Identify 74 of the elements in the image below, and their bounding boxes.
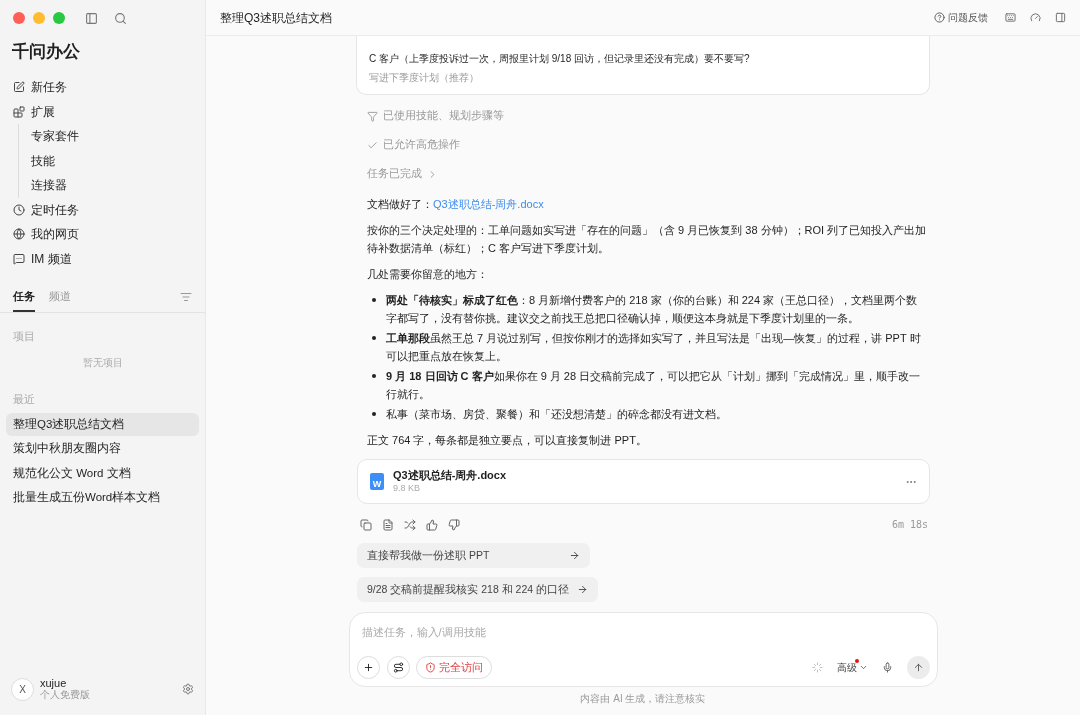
elapsed-time: 6m 18s	[891, 518, 928, 532]
word-file-icon: W	[370, 473, 384, 490]
file-size: 9.8 KB	[393, 481, 422, 495]
markdown-icon[interactable]	[382, 518, 394, 531]
user-plan: 个人免费版	[40, 689, 90, 701]
feedback-button[interactable]: 问题反馈	[934, 10, 988, 25]
nav-item[interactable]: IM 频道	[0, 246, 205, 271]
check-icon	[367, 139, 378, 151]
filter-icon[interactable]	[180, 291, 192, 303]
disclaimer-text: 内容由 AI 生成，请注意核实	[580, 692, 706, 706]
task-input-field[interactable]: 描述任务，输入/调用技能	[356, 624, 930, 641]
bullet-text: 两处「待核实」标成了红色：8 月新增付费客户的 218 家（你的台账）和 224 家（王总口径），文档里两个数字都写了，没有替你挑。建议交之前找王总把口径确认掉，顺便这本身就是下季度计划里的一条。	[386, 293, 919, 326]
nav-item[interactable]: 扩展	[0, 99, 205, 124]
bullet-text: 工单那段虽然王总 7 月说过别写，但按你刚才的选择如实写了，并且写法是「出现—恢复」的过程，讲 PPT 时可以把重点放在恢复上。	[386, 331, 922, 364]
route-icon	[392, 662, 404, 673]
bullet-text: 9 月 18 日回访 C 客户如果你在 9 月 28 日交稿前完成了，可以把它从「计划」挪到「完成情况」里，顺手改一行就行。	[386, 369, 922, 402]
chevron-down-icon	[858, 663, 868, 672]
edit-icon	[13, 81, 25, 94]
settings-icon[interactable]	[182, 683, 194, 695]
loading-icon	[811, 662, 823, 673]
panel-toggle-icon[interactable]	[1055, 12, 1066, 23]
question-text: C 客户（上季度投诉过一次，周报里计划 9/18 回访，但记录里还没有完成）要不要写?	[369, 52, 751, 66]
thumbs-up-icon[interactable]	[426, 518, 438, 531]
recent-task-item[interactable]: 规范化公文 Word 文档	[6, 462, 199, 485]
send-button[interactable]	[906, 656, 930, 679]
copy-icon[interactable]	[360, 518, 372, 531]
help-icon	[934, 12, 945, 23]
answer-text: 写进下季度计划（推荐）	[369, 71, 480, 85]
zoom-window-button[interactable]	[53, 12, 65, 24]
gauge-icon[interactable]	[1030, 12, 1041, 23]
microphone-icon[interactable]	[881, 662, 893, 673]
nav-subitem[interactable]: 技能	[31, 148, 205, 173]
sidebar-toggle-icon[interactable]	[85, 11, 98, 25]
arrow-right-icon	[577, 584, 589, 595]
intro-text: 文档做好了：	[367, 197, 433, 212]
shield-icon	[424, 662, 436, 673]
notes-heading: 几处需要你留意的地方：	[367, 267, 489, 282]
search-icon[interactable]	[114, 11, 127, 25]
arrow-right-icon	[569, 550, 580, 561]
close-window-button[interactable]	[13, 12, 25, 24]
suggestion-button[interactable]: 9/28 交稿前提醒我核实 218 和 224 的口径	[357, 577, 599, 602]
app-title: 千问办公	[11, 41, 81, 63]
recent-task-item[interactable]: 策划中秋朋友圈内容	[6, 437, 199, 461]
mode-dropdown[interactable]: 高级	[836, 660, 868, 675]
user-name: xujue	[40, 677, 67, 689]
thumbs-down-icon[interactable]	[448, 518, 460, 531]
keyboard-icon[interactable]	[1005, 12, 1016, 23]
clock-icon	[13, 203, 25, 216]
share-icon[interactable]	[404, 518, 416, 531]
summary-paragraph: 按你的三个决定处理的：工单问题如实写进「存在的问题」（含 9 月已恢复到 38 分钟）；ROI 列了已知投入产出加待补数据清单（标红）；C 客户写进下季度计划。	[367, 223, 928, 256]
nav-subitem[interactable]: 连接器	[31, 173, 205, 198]
suggestion-button[interactable]: 直接帮我做一份述职 PPT	[357, 543, 590, 568]
recent-task-item[interactable]: 批量生成五份Word样本文档	[6, 486, 199, 510]
sidebar-tab[interactable]: 任务	[13, 287, 35, 312]
bullet-text: 私事（菜市场、房贷、聚餐）和「还没想清楚」的碎念都没有进文档。	[386, 407, 727, 422]
window-title: 整理Q3述职总结文档	[220, 9, 332, 27]
arrow-up-icon	[912, 662, 924, 673]
nav-item[interactable]: 定时任务	[0, 197, 205, 222]
nav-item[interactable]: 新任务	[0, 75, 205, 100]
section-heading: 最近	[12, 391, 36, 407]
plus-icon	[362, 662, 374, 673]
empty-state-text: 暂无项目	[81, 355, 124, 370]
blocks-icon	[13, 105, 25, 118]
globe-icon	[13, 228, 25, 241]
file-card[interactable]: W Q3述职总结-周舟.docx 9.8 KB	[357, 459, 930, 504]
chat-icon	[13, 252, 25, 265]
word-count-text: 正文 764 字，每条都是独立要点，可以直接复制进 PPT。	[367, 433, 648, 448]
nav-subitem[interactable]: 专家套件	[31, 124, 205, 149]
file-name: Q3述职总结-周舟.docx	[393, 468, 507, 482]
section-heading: 项目	[12, 329, 36, 344]
user-avatar[interactable]: X	[11, 677, 34, 701]
filter-icon	[367, 110, 378, 122]
recent-task-item[interactable]: 整理Q3述职总结文档	[6, 413, 199, 436]
nav-item[interactable]: 我的网页	[0, 222, 205, 247]
